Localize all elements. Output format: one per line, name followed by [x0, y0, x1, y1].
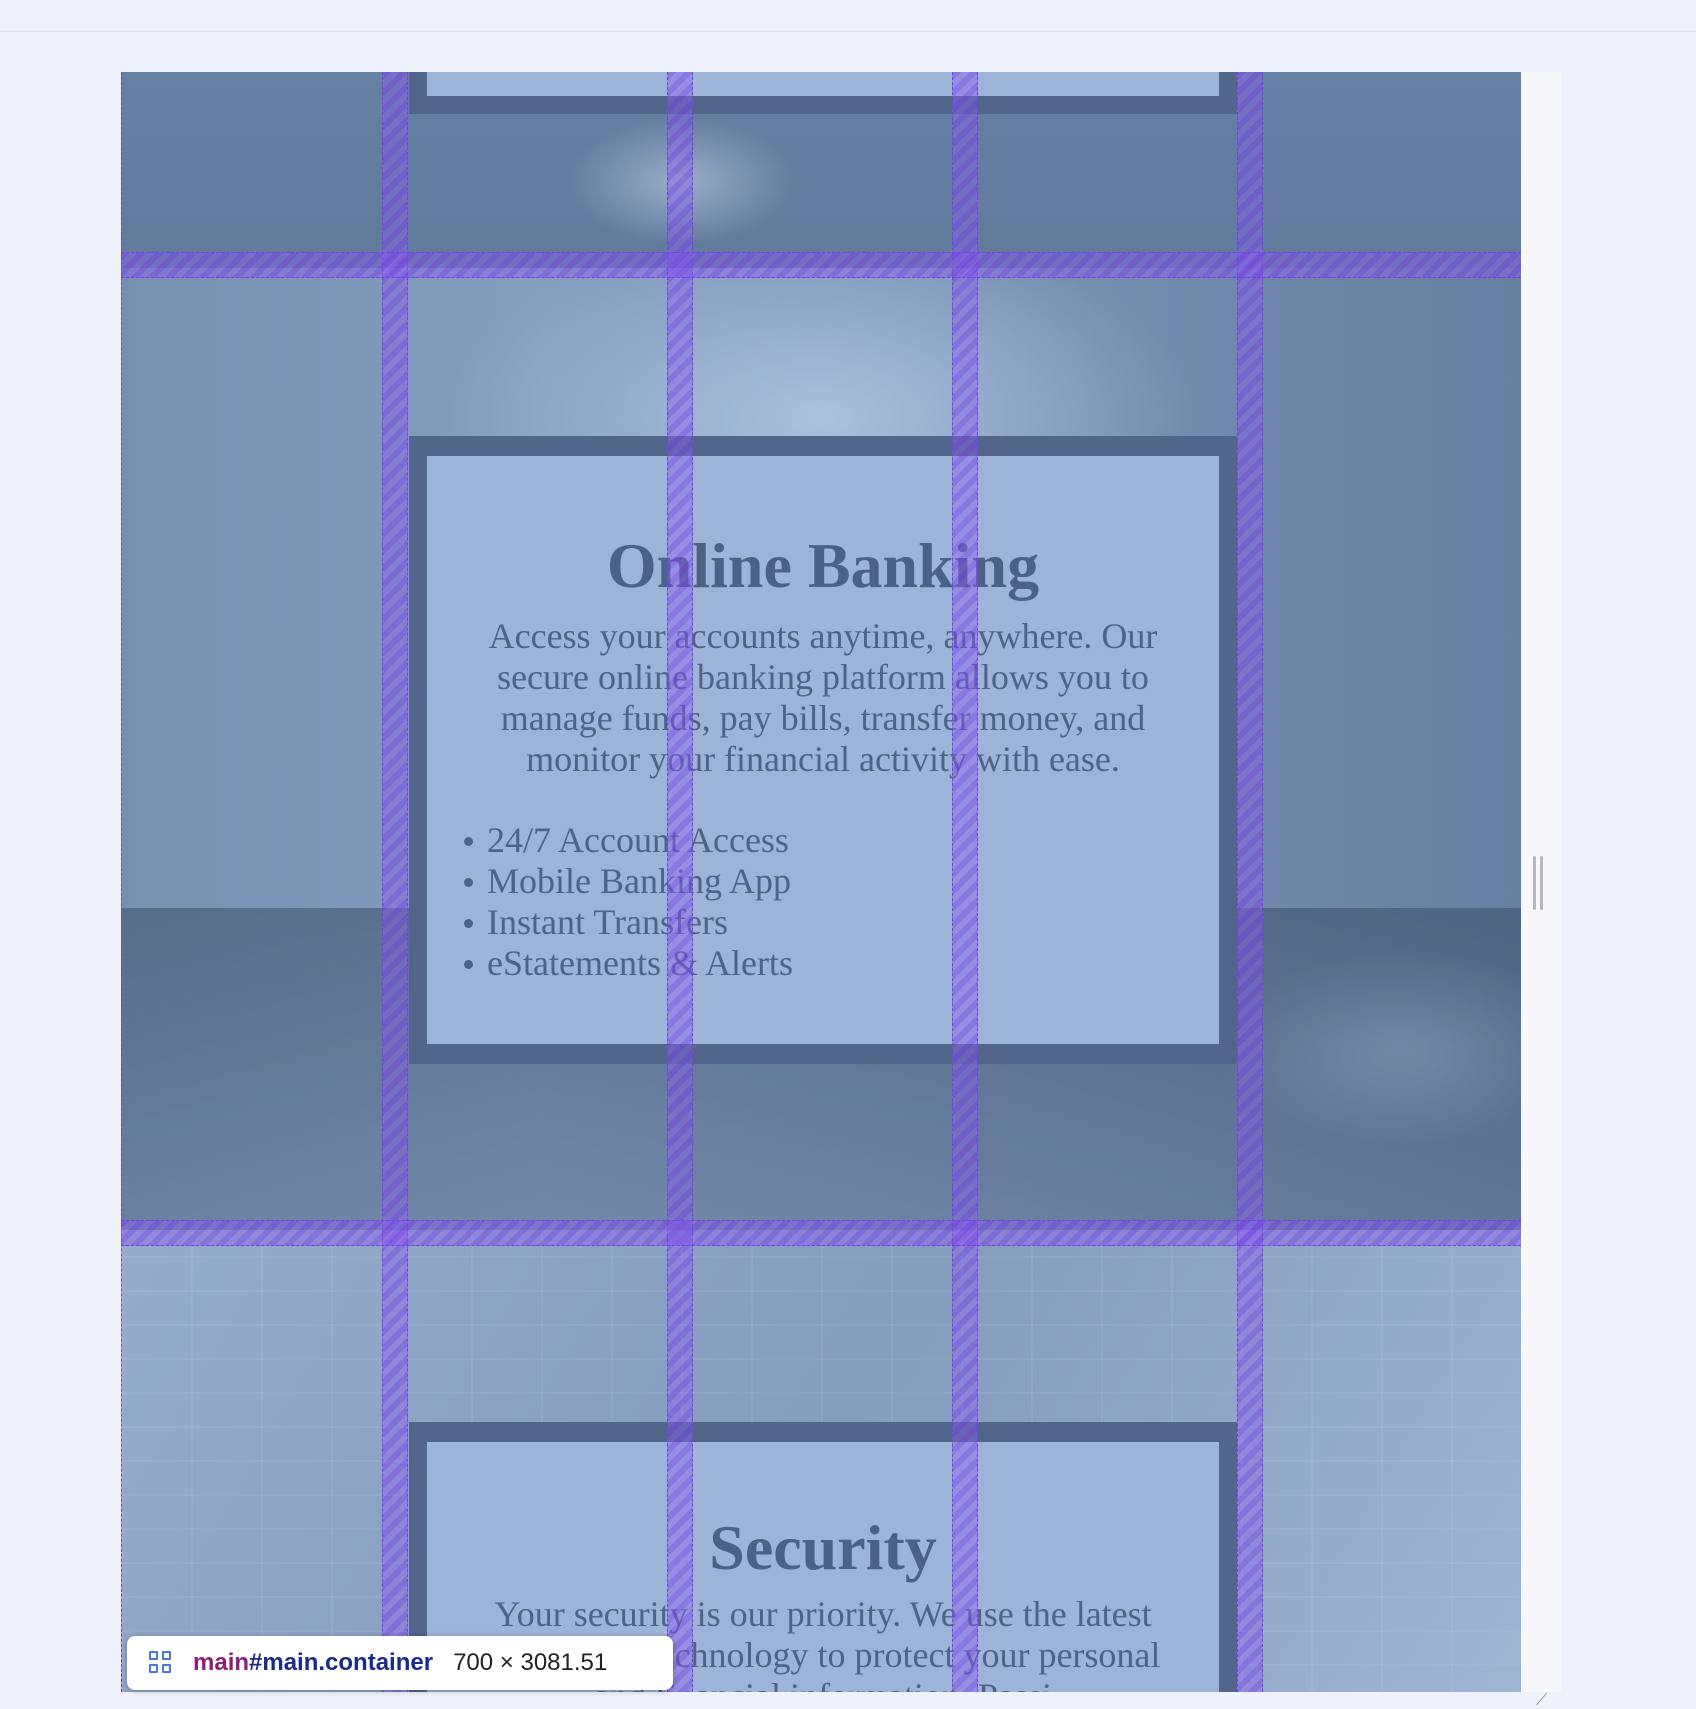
- corner-resize-icon[interactable]: ⟋: [1536, 1692, 1552, 1708]
- element-dimensions: 700 × 3081.51: [453, 1649, 608, 1676]
- grid-overlay-column-gap: [1237, 72, 1263, 1692]
- devtools-top-bar: [0, 0, 1696, 32]
- element-id-class: #main.container: [249, 1649, 434, 1676]
- grid-overlay-column-gap: [667, 72, 693, 1692]
- grid-overlay-column-gap: [382, 72, 408, 1692]
- element-selector: main#main.container: [193, 1649, 433, 1677]
- page-viewport: Online Banking Access your accounts anyt…: [121, 72, 1521, 1692]
- element-inspector-badge: main#main.container 700 × 3081.51: [127, 1636, 673, 1690]
- grid-overlay-edge: [121, 72, 123, 1692]
- grid-overlay-row-gap: [121, 1220, 1521, 1246]
- grid-overlay-column-gap: [952, 72, 978, 1692]
- viewport-resize-handle[interactable]: [1533, 856, 1547, 910]
- grid-overlay-row-gap: [121, 252, 1521, 278]
- grid-overlay-region: [121, 72, 1521, 1692]
- element-tag: main: [193, 1649, 250, 1676]
- grid-layout-icon: [147, 1649, 175, 1677]
